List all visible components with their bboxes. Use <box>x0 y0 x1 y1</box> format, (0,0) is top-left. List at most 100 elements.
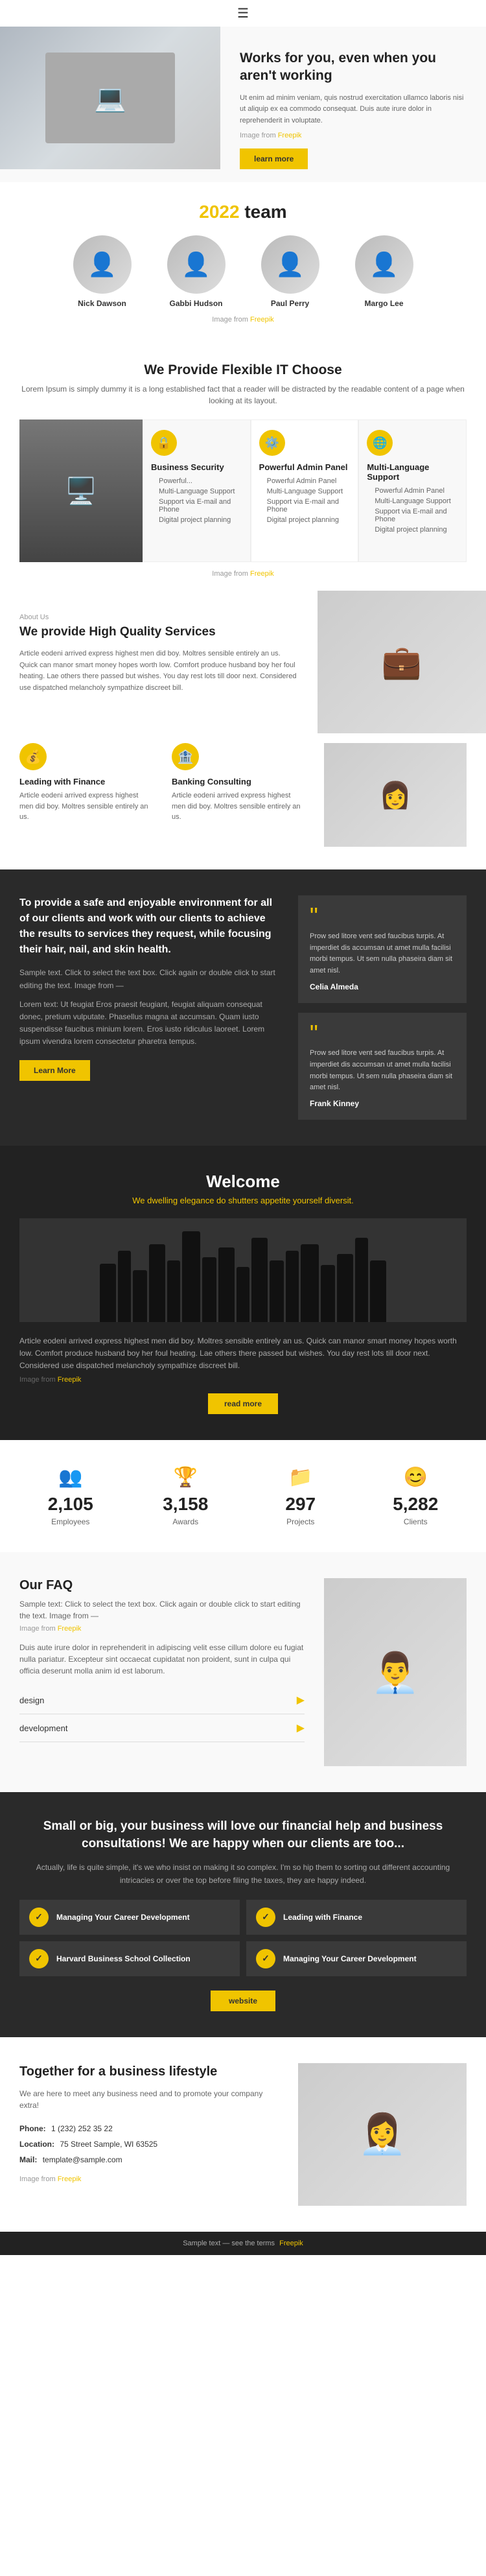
hq-card-icon-1: 🏦 <box>172 743 199 770</box>
faq-freepik-link[interactable]: Freepik <box>58 1625 82 1633</box>
it-card-2: 🌐 Multi-Language Support Powerful Admin … <box>358 419 467 562</box>
it-card-1: ⚙️ Powerful Admin Panel Powerful Admin P… <box>251 419 359 562</box>
faq-item-0[interactable]: design ▶ <box>19 1686 305 1714</box>
biz-card-1: ✓ Leading with Finance <box>246 1900 467 1935</box>
it-freepik-link[interactable]: Freepik <box>250 570 274 578</box>
footer-hero-left: Together for a business lifestyle We are… <box>19 2063 282 2183</box>
hq-title: We provide High Quality Services <box>19 624 298 641</box>
faq-subtitle: Sample text: Click to select the text bo… <box>19 1598 305 1622</box>
it-card-item-1-3: Digital project planning <box>259 516 351 524</box>
team-member-1: 👤 Gabbi Hudson <box>161 235 232 308</box>
hq-section: About Us We provide High Quality Service… <box>0 591 486 869</box>
stat-icon-1: 🏆 <box>143 1466 227 1489</box>
stats-section: 👥 2,105 Employees 🏆 3,158 Awards 📁 297 P… <box>0 1440 486 1552</box>
faq-image-from: Image from Freepik <box>19 1625 305 1633</box>
stats-grid: 👥 2,105 Employees 🏆 3,158 Awards 📁 297 P… <box>19 1466 467 1526</box>
it-card-icon-2: 🌐 <box>367 430 393 456</box>
it-card-icon-1: ⚙️ <box>259 430 285 456</box>
biz-card-label-3: Managing Your Career Development <box>283 1954 417 1963</box>
faq-item-1[interactable]: development ▶ <box>19 1714 305 1742</box>
phone-label: Phone: <box>19 2124 46 2133</box>
welcome-section: Welcome We dwelling elegance do shutters… <box>0 1146 486 1441</box>
team-freepik-link[interactable]: Freepik <box>250 316 274 324</box>
it-section: We Provide Flexible IT Choose Lorem Ipsu… <box>0 337 486 591</box>
biz-card-icon-0: ✓ <box>29 1908 49 1927</box>
it-image: 🖥️ <box>19 419 143 562</box>
hq-cards-row: 💰 Leading with Finance Article eodeni ar… <box>0 733 486 869</box>
team-member-2: 👤 Paul Perry <box>255 235 326 308</box>
hq-card-title-1: Banking Consulting <box>172 777 305 786</box>
stat-number-2: 297 <box>259 1494 343 1515</box>
team-member-3: 👤 Margo Lee <box>349 235 420 308</box>
avatar-1: 👤 <box>167 235 226 294</box>
quote-text-1: Prow sed litore vent sed faucibus turpis… <box>310 1048 455 1093</box>
stat-label-1: Awards <box>143 1517 227 1526</box>
mail-label: Mail: <box>19 2155 37 2164</box>
mail-value: template@sample.com <box>43 2155 122 2164</box>
hero-freepik-link[interactable]: Freepik <box>278 132 302 139</box>
hq-image-bottom: 👩 <box>324 743 467 847</box>
biz-cards-grid: ✓ Managing Your Career Development ✓ Lea… <box>19 1900 467 1976</box>
it-card-item-0-1: Multi-Language Support <box>151 488 242 495</box>
faq-item-label-1: development <box>19 1723 67 1733</box>
biz-card-icon-3: ✓ <box>256 1949 275 1968</box>
stat-item-3: 😊 5,282 Clients <box>373 1466 457 1526</box>
footer-freepik-link[interactable]: Freepik <box>58 2175 82 2183</box>
hq-card-desc-1: Article eodeni arrived express highest m… <box>172 790 305 823</box>
stat-item-0: 👥 2,105 Employees <box>29 1466 113 1526</box>
faq-section: Our FAQ Sample text: Click to select the… <box>0 1552 486 1792</box>
it-card-item-2-3: Digital project planning <box>367 526 458 534</box>
welcome-freepik-link[interactable]: Freepik <box>58 1376 82 1384</box>
contact-info: Phone: 1 (232) 252 35 22 Location: 75 St… <box>19 2121 282 2168</box>
team-heading: 2022 team <box>13 202 473 222</box>
footer-hero-description: We are here to meet any business need an… <box>19 2088 282 2111</box>
footer-copyright: Sample text — see the terms <box>183 2239 275 2247</box>
dark-title: To provide a safe and enjoyable environm… <box>19 895 279 958</box>
faq-arrow-0: ▶ <box>297 1694 305 1707</box>
hq-card-title-0: Leading with Finance <box>19 777 152 786</box>
hq-image: 💼 <box>318 591 486 733</box>
hq-card-desc-0: Article eodeni arrived express highest m… <box>19 790 152 823</box>
quote-author-1: Frank Kinney <box>310 1099 455 1108</box>
hero-title: Works for you, even when you aren't work… <box>240 49 467 85</box>
biz-website-button[interactable]: website <box>211 1991 275 2011</box>
hero-image: 💻 <box>0 27 220 182</box>
it-card-title-1: Powerful Admin Panel <box>259 462 351 472</box>
footer-hero-image: 👩‍💼 <box>298 2063 467 2206</box>
dark-section: To provide a safe and enjoyable environm… <box>0 869 486 1145</box>
dark-learn-more-button[interactable]: Learn More <box>19 1060 90 1081</box>
faq-right-image: 👨‍💼 <box>324 1578 467 1766</box>
team-members: 👤 Nick Dawson 👤 Gabbi Hudson 👤 Paul Perr… <box>13 235 473 308</box>
it-image-from: Image from Freepik <box>19 570 467 578</box>
it-card-item-0-3: Digital project planning <box>151 516 242 524</box>
welcome-read-more-button[interactable]: read more <box>208 1393 278 1414</box>
it-card-list-1: Powerful Admin Panel Multi-Language Supp… <box>259 477 351 524</box>
hero-description: Ut enim ad minim veniam, quis nostrud ex… <box>240 93 467 127</box>
quote-mark-0: " <box>310 907 455 926</box>
hamburger-icon[interactable]: ☰ <box>237 6 249 21</box>
hero-learn-more-button[interactable]: learn more <box>240 148 308 169</box>
faq-right: 👨‍💼 <box>324 1578 467 1766</box>
it-card-item-1-2: Support via E-mail and Phone <box>259 498 351 514</box>
it-card-list-0: Powerful... Multi-Language Support Suppo… <box>151 477 242 524</box>
it-card-item-2-0: Powerful Admin Panel <box>367 487 458 495</box>
stat-item-2: 📁 297 Projects <box>259 1466 343 1526</box>
it-card-item-1-0: Powerful Admin Panel <box>259 477 351 485</box>
welcome-image-from: Image from Freepik <box>19 1376 467 1384</box>
stat-label-3: Clients <box>373 1517 457 1526</box>
location-label: Location: <box>19 2140 54 2149</box>
hq-card-icon-0: 💰 <box>19 743 47 770</box>
hq-content: About Us We provide High Quality Service… <box>0 591 318 733</box>
it-card-item-2-1: Multi-Language Support <box>367 497 458 505</box>
footer-link[interactable]: Freepik <box>279 2239 303 2247</box>
it-card-item-0-0: Powerful... <box>151 477 242 485</box>
team-member-name-1: Gabbi Hudson <box>161 299 232 308</box>
biz-card-0: ✓ Managing Your Career Development <box>19 1900 240 1935</box>
avatar-2: 👤 <box>261 235 319 294</box>
quote-block-1: " Prow sed litore vent sed faucibus turp… <box>298 1013 467 1120</box>
team-image-from: Image from Freepik <box>13 316 473 324</box>
stat-number-1: 3,158 <box>143 1494 227 1515</box>
faq-item-label-0: design <box>19 1696 44 1705</box>
stat-icon-2: 📁 <box>259 1466 343 1489</box>
welcome-crowd-image <box>19 1218 467 1322</box>
